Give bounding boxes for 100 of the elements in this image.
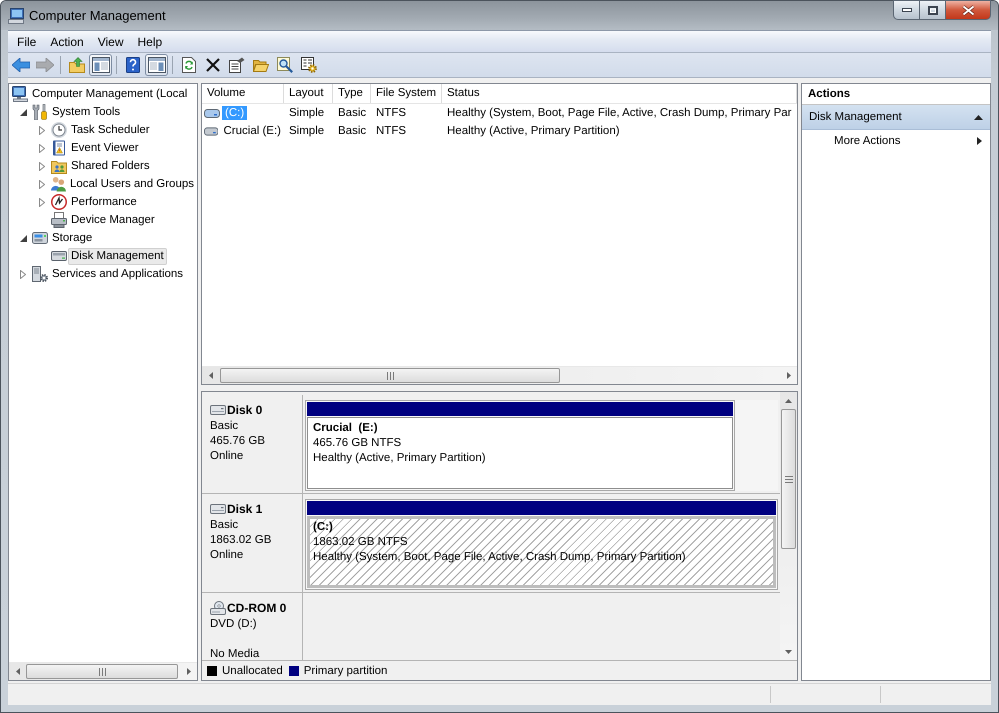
tools-icon bbox=[32, 104, 48, 120]
app-computer-icon bbox=[8, 8, 24, 24]
caret-right-icon[interactable] bbox=[20, 270, 26, 278]
caret-right-icon[interactable] bbox=[39, 180, 45, 188]
drive-icon bbox=[204, 108, 220, 118]
menu-item[interactable]: File bbox=[10, 32, 44, 50]
panel-right-icon bbox=[148, 57, 166, 73]
scroll-left-arrow-icon[interactable] bbox=[208, 372, 212, 379]
log-book-icon bbox=[51, 140, 67, 156]
scroll-right-arrow-icon[interactable] bbox=[786, 372, 790, 379]
partition-status: Healthy (Active, Primary Partition) bbox=[313, 451, 486, 466]
console-tree-button[interactable] bbox=[89, 54, 112, 76]
forward-arrow-icon bbox=[36, 58, 54, 72]
settings-icon bbox=[300, 57, 316, 73]
disk-type: Basic bbox=[210, 518, 238, 533]
disk-status: Online bbox=[210, 548, 244, 563]
caret-right-icon[interactable] bbox=[39, 126, 45, 134]
menu-item[interactable]: Help bbox=[130, 32, 170, 50]
scroll-up-arrow-icon[interactable] bbox=[785, 398, 792, 402]
tree-item[interactable]: Task Scheduler bbox=[68, 122, 153, 138]
disk-status: No Media bbox=[210, 647, 260, 660]
disk-name: CD-ROM 0 bbox=[227, 600, 286, 616]
column-header[interactable]: File System bbox=[371, 84, 442, 103]
drive-icon bbox=[204, 126, 218, 136]
clock-icon bbox=[51, 122, 67, 138]
refresh-icon bbox=[182, 57, 196, 73]
help-icon bbox=[126, 57, 140, 73]
tree-item[interactable]: Disk Management bbox=[68, 248, 167, 264]
tree-item[interactable]: Shared Folders bbox=[68, 158, 153, 174]
search-icon bbox=[276, 57, 292, 73]
partition[interactable]: Crucial (E:) 465.76 GB NTFS Healthy (Active, Primary Partition) bbox=[305, 400, 736, 491]
partition-area[interactable]: Crucial (E:) 465.76 GB NTFS Healthy (Active, Primary Partition) bbox=[307, 417, 734, 489]
minimize-icon bbox=[902, 8, 912, 12]
window-title: Computer Management bbox=[29, 8, 166, 23]
scroll-thumb[interactable] bbox=[781, 409, 796, 549]
caret-right-icon[interactable] bbox=[39, 144, 45, 152]
table-cell-text: NTFS bbox=[375, 125, 408, 137]
document-icon bbox=[228, 57, 244, 73]
table-cell-text: NTFS bbox=[375, 107, 408, 119]
cross-icon bbox=[206, 58, 220, 72]
table-cell-text: Healthy (System, Boot, Page File, Active, Crash Dump, Primary Par bbox=[446, 107, 792, 119]
horizontal-scrollbar[interactable] bbox=[202, 366, 797, 384]
hard-drive-icon bbox=[210, 405, 226, 415]
partition-name: (C:) bbox=[313, 520, 333, 535]
legend-label: Unallocated bbox=[222, 664, 283, 676]
scroll-right-arrow-icon[interactable] bbox=[186, 668, 190, 675]
scroll-down-arrow-icon[interactable] bbox=[785, 650, 792, 654]
scroll-thumb[interactable] bbox=[26, 664, 178, 679]
folder-up-icon bbox=[68, 57, 84, 73]
caret-down-icon[interactable] bbox=[20, 108, 27, 116]
hatched-partition-area[interactable]: (C:) 1863.02 GB NTFS Healthy (System, Boot, Page File, Active, Crash Dump, Primary Partition) bbox=[307, 516, 776, 588]
maximize-button[interactable] bbox=[919, 0, 945, 20]
legend-label: Primary partition bbox=[304, 664, 388, 676]
partition-status: Healthy (System, Boot, Page File, Active, Crash Dump, Primary Partition) bbox=[313, 550, 686, 565]
tree-item[interactable]: Performance bbox=[68, 194, 140, 210]
grip-icon bbox=[386, 372, 394, 380]
table-cell-text: Healthy (Active, Primary Partition) bbox=[446, 125, 621, 137]
vertical-scrollbar[interactable] bbox=[780, 392, 797, 660]
table-cell-text: Simple bbox=[288, 125, 326, 137]
drive-label[interactable]: Crucial (E:) bbox=[220, 124, 284, 138]
back-arrow-icon bbox=[12, 58, 30, 72]
tree-item[interactable]: Storage bbox=[49, 230, 96, 246]
tree-item[interactable]: System Tools bbox=[49, 104, 124, 120]
minimize-button[interactable] bbox=[893, 0, 919, 20]
menu-item[interactable]: View bbox=[90, 32, 130, 50]
section-header[interactable]: Disk Management bbox=[802, 105, 990, 130]
column-header[interactable]: Type bbox=[333, 84, 371, 103]
scroll-left-arrow-icon[interactable] bbox=[16, 668, 20, 675]
caret-down-icon[interactable] bbox=[20, 234, 27, 242]
disk-name: Disk 0 bbox=[227, 402, 262, 418]
panel-left-icon bbox=[92, 57, 110, 73]
horizontal-scrollbar[interactable] bbox=[9, 662, 197, 680]
cd-drive-icon bbox=[210, 601, 226, 615]
menu-item[interactable]: Action bbox=[43, 32, 91, 50]
open-folder-icon bbox=[252, 58, 268, 72]
action-pane-button[interactable] bbox=[145, 54, 168, 76]
column-header[interactable]: Layout bbox=[284, 84, 333, 103]
table-cell-text: Simple bbox=[288, 107, 326, 119]
partition[interactable]: (C:) 1863.02 GB NTFS Healthy (System, Boot, Page File, Active, Crash Dump, Primary Partition) bbox=[305, 499, 778, 590]
scroll-thumb[interactable] bbox=[220, 368, 560, 383]
tree-item[interactable]: Local Users and Groups bbox=[66, 176, 197, 192]
grip-icon bbox=[784, 476, 792, 482]
column-header[interactable]: Volume bbox=[202, 84, 284, 103]
tree-item[interactable]: Computer Management (Local bbox=[29, 86, 190, 102]
disk-drive-icon bbox=[51, 251, 67, 261]
action-item[interactable]: More Actions bbox=[802, 130, 990, 152]
disk-type: Basic bbox=[210, 419, 238, 434]
close-button[interactable] bbox=[945, 0, 991, 20]
tree-item[interactable]: Event Viewer bbox=[68, 140, 142, 156]
circle-zigzag-icon bbox=[51, 194, 67, 210]
server-gear-icon bbox=[32, 266, 48, 282]
printer-icon bbox=[51, 212, 67, 228]
tree-item[interactable]: Services and Applications bbox=[49, 266, 186, 282]
caret-right-icon[interactable] bbox=[39, 198, 45, 206]
disk-status: Online bbox=[210, 449, 244, 464]
caret-right-icon[interactable] bbox=[39, 162, 45, 170]
computer-icon bbox=[12, 86, 28, 102]
tree-item[interactable]: Device Manager bbox=[68, 212, 158, 228]
storage-drive-icon bbox=[32, 232, 48, 244]
column-header[interactable]: Status bbox=[442, 84, 797, 103]
